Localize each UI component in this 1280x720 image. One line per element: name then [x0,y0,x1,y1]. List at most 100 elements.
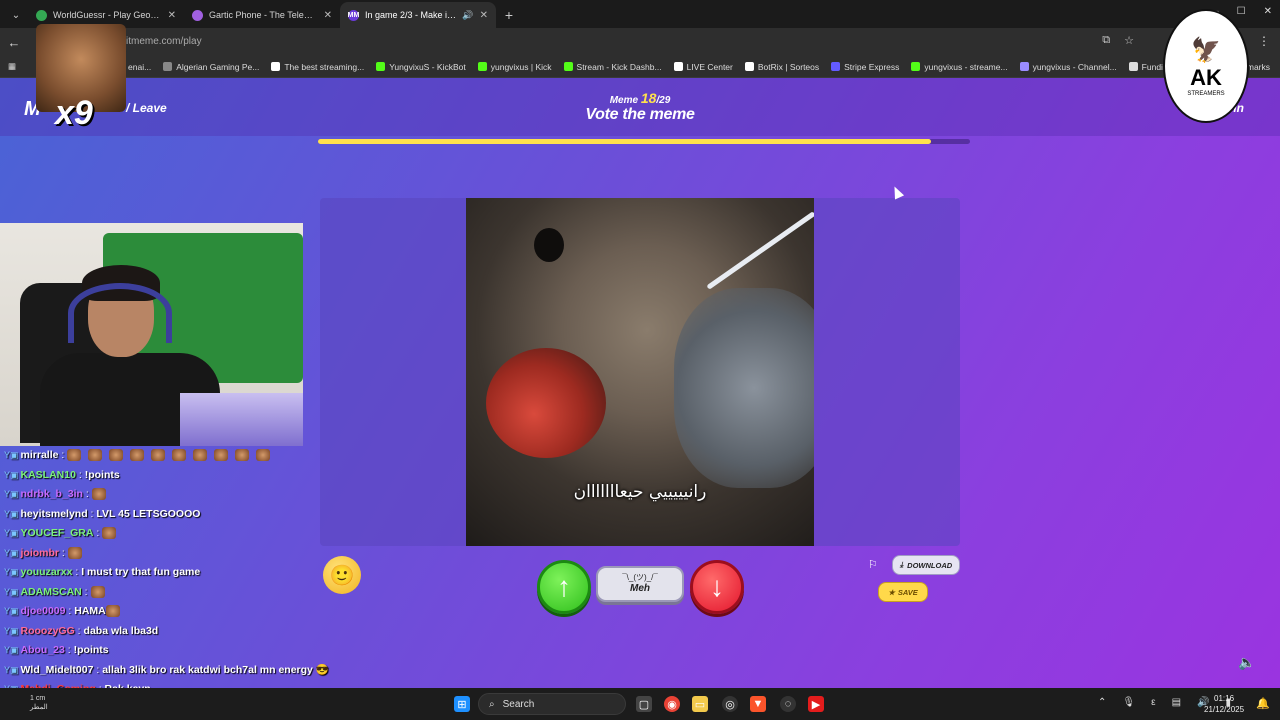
user-badge-icon: Y▣ [4,469,19,480]
downvote-button[interactable]: ↓ [690,560,744,614]
chat-separator: : [82,488,92,500]
tab-make-it-meme[interactable]: MM In game 2/3 - Make it Meme 🔊 ✕ [340,2,496,28]
windows-start-icon[interactable]: ⊞ [454,696,470,712]
close-window-icon[interactable]: ✕ [1264,6,1272,17]
bookmark-item[interactable]: Stripe Express [831,62,899,72]
network-icon[interactable]: ▤ [1172,697,1181,708]
bookmark-item[interactable]: LIVE Center [673,62,733,72]
chat-username[interactable]: Abou_23 [21,644,65,656]
chat-username[interactable]: joiombr [21,547,60,559]
chat-emote-icon [105,605,120,618]
taskbar-search[interactable]: ⌕ Search [478,693,626,715]
chat-username[interactable]: YOUCEF_GRA [21,527,94,539]
volume-icon[interactable]: 🔈 [1238,654,1255,671]
meme-image-mouth [486,348,606,458]
chat-username[interactable]: youuzarxx [21,566,73,578]
youtube-icon[interactable]: ▶ [808,696,824,712]
url-field[interactable]: itmeme.com/play [120,32,1140,52]
bookmark-item[interactable]: YungvixuS - KickBot [376,62,466,72]
language-icon[interactable]: ε [1151,697,1155,708]
chat-username[interactable]: heyitsmelynd [21,508,88,520]
meme-caption: رانيييييي حيعااااااان [573,482,707,502]
up-arrow-icon: ↑ [557,571,571,602]
chat-username[interactable]: KASLAN10 [21,469,76,481]
taskbar: ⊞ ⌕ Search ▢ ◉ ▭ ◎ ▼ ◌ ▶ ⌃ 🎙 ε ▤ 🔊 ▮ 01:… [0,688,1280,720]
chat-text: I must try that fun game [81,566,201,578]
bookmark-item[interactable]: Stream - Kick Dashb... [563,62,662,72]
bookmark-item[interactable]: Algerian Gaming Pe... [163,62,259,72]
chat-username[interactable]: RooozyGG [21,625,75,637]
bookmark-label: Stripe Express [844,61,900,72]
bookmark-item[interactable]: The best streaming... [271,62,364,72]
user-badge-icon: Y▣ [4,508,19,519]
chat-emote-icon [172,449,187,462]
obs-icon[interactable]: ◎ [722,696,738,712]
tab-gartic-phone[interactable]: Gartic Phone - The Telephone Game ✕ [184,2,340,28]
user-badge-icon: Y▣ [4,586,19,597]
chrome-icon[interactable]: ◉ [664,696,680,712]
tab-bar: ⌄ WorldGuessr - Play Geoguessr Free ✕ Ga… [0,0,1280,28]
weather-label: المطر [30,704,48,711]
logo-text: AK [1190,64,1222,90]
meme-image: رانيييييي حيعااااااان [466,198,814,546]
back-arrow-icon[interactable]: ← [0,35,28,50]
streamer-logo: 🦅 AK STREAMERS [1163,9,1249,123]
maximize-icon[interactable]: ☐ [1237,6,1246,17]
taskbar-clock[interactable]: 01:16 21/12/2025 [1204,693,1244,715]
bookmark-item[interactable]: yungvixus | Kick [477,62,552,72]
browser-menu-icon[interactable]: ⋮ [1258,34,1270,48]
report-flag-icon[interactable]: ⚐ [868,558,878,571]
bookmark-item[interactable]: enai... [128,62,151,72]
close-tab-icon[interactable]: ✕ [168,10,176,21]
bookmark-icon [1128,62,1138,71]
speaker-icon[interactable]: 🔊 [462,10,473,21]
bookmark-label: YungvixuS - KickBot [389,61,466,72]
brave-icon[interactable]: ▼ [750,696,766,712]
file-explorer-icon[interactable]: ▭ [692,696,708,712]
chat-message: Y▣ joiombr : [0,544,330,564]
bookmark-item[interactable]: BotRix | Sorteos [744,62,819,72]
save-button[interactable]: ★ SAVE [878,582,928,602]
app-icon[interactable]: ◌ [780,696,796,712]
bookmark-star-icon[interactable]: ☆ [1124,34,1134,47]
chat-message: Y▣ mirralle : [0,446,330,466]
bookmarks-bar: ▦ enai... Algerian Gaming Pe... The best… [0,56,1280,78]
tab-search-icon[interactable]: ⌄ [4,2,28,28]
emote-multiplier: x9 [55,94,93,132]
down-arrow-icon: ↓ [710,571,724,602]
chat-username[interactable]: ADAMSCAN [21,586,82,598]
meh-button[interactable]: ¯\_(ツ)_/¯ Meh [596,566,684,602]
install-app-icon[interactable]: ⧉ [1102,34,1110,47]
weather-widget[interactable]: 1 cm المطر [30,694,48,712]
chat-emote-icon [88,449,103,462]
chat-text: daba wla lba3d [83,624,159,637]
new-tab-button[interactable]: + [496,2,522,28]
microphone-icon[interactable]: 🎙 [1122,697,1135,708]
chat-username[interactable]: Wld_Midelt007 [21,664,94,676]
chat-message: Y▣ Abou_23 : !points [0,641,330,661]
chat-emote-icon [235,449,250,462]
webcam-feed [0,223,303,446]
chat-emote-icon [90,585,105,598]
close-tab-icon[interactable]: ✕ [324,10,332,21]
chat-emote-icon [130,449,145,462]
chat-separator: : [93,663,103,676]
chat-separator: : [59,546,68,559]
download-button[interactable]: ⤓ DOWNLOAD [892,555,960,575]
upvote-button[interactable]: ↑ [537,560,591,614]
close-tab-icon[interactable]: ✕ [480,10,488,21]
user-badge-icon: Y▣ [4,489,19,499]
bookmark-item[interactable]: yungvixus - Channel... [1019,62,1117,72]
bookmark-item[interactable]: yungvixus - streame... [911,62,1008,72]
chat-username[interactable]: djoe0009 [21,605,66,617]
chat-separator: : [64,644,74,656]
notification-bell-icon[interactable]: 🔔 [1256,697,1270,710]
chat-separator: : [93,527,103,539]
chat-username[interactable]: mirralle [21,449,59,461]
chat-username[interactable]: ndrbk_b_3in [21,488,83,500]
chevron-up-icon[interactable]: ⌃ [1098,697,1106,708]
all-bookmarks[interactable]: marks [1247,62,1270,72]
apps-grid-icon[interactable]: ▦ [8,61,16,72]
task-view-icon[interactable]: ▢ [636,696,652,712]
chat-emote-icon [214,449,229,462]
